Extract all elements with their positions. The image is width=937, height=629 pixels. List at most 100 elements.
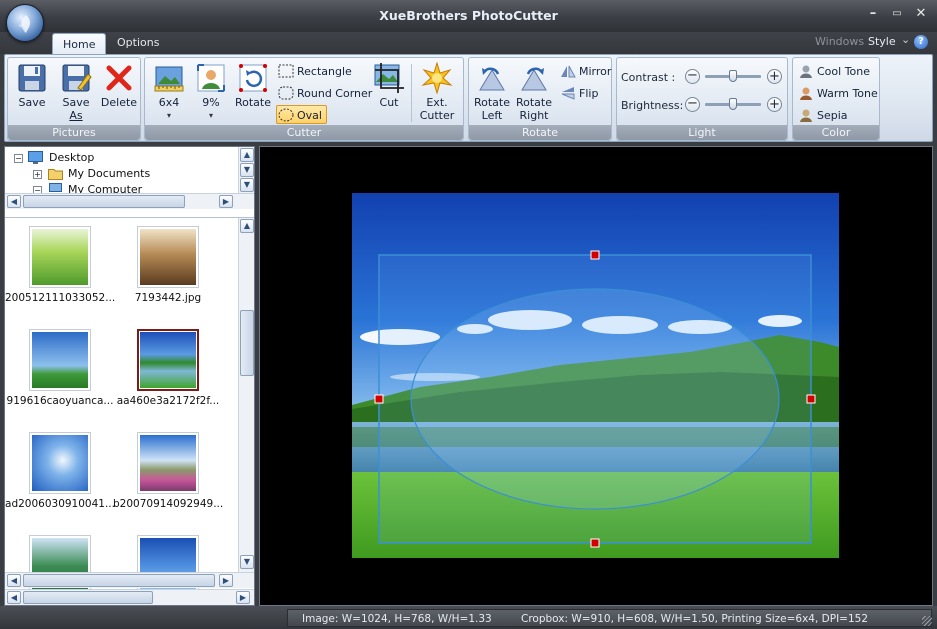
oval-shape-button[interactable]: Oval — [276, 105, 327, 124]
scroll-left-icon[interactable]: ◀ — [7, 591, 21, 604]
crop-handle-top[interactable] — [590, 250, 600, 260]
thumbnail-item[interactable]: b20070914092949... — [113, 432, 223, 510]
thumbnail-item[interactable]: 200512111033052... — [5, 226, 115, 304]
sepia-label: Sepia — [817, 109, 848, 122]
windows-style-option[interactable]: Windows — [815, 35, 864, 48]
zoom-chevron-icon: ▾ — [208, 111, 213, 120]
scroll-up-icon[interactable]: ▲ — [240, 148, 254, 162]
thumbnails-hscroll-thumb[interactable] — [23, 574, 215, 587]
scroll-down-icon[interactable]: ▼ — [240, 555, 254, 569]
thumbnail-item[interactable]: 919616caoyuanca... — [5, 329, 115, 407]
scroll-right-icon[interactable]: ▶ — [219, 195, 233, 208]
thumbnail-frame — [29, 432, 91, 494]
contrast-decrease-button[interactable]: − — [685, 69, 700, 84]
image-viewer[interactable] — [259, 146, 933, 606]
tree-horizontal-scrollbar[interactable]: ◀ ▶ — [5, 193, 254, 209]
scroll-up-icon[interactable]: ▲ — [240, 219, 254, 233]
tree-label-desktop: Desktop — [49, 151, 95, 164]
oval-crop-shape[interactable] — [410, 288, 780, 510]
style-chevron-icon[interactable]: ⌄ — [901, 33, 910, 46]
print-size-value: 6x4 — [158, 96, 180, 109]
person-sepia-icon — [798, 108, 814, 122]
save-as-button[interactable]: Save As — [56, 62, 96, 122]
brightness-slider[interactable] — [705, 98, 761, 110]
photo-canvas[interactable] — [260, 147, 934, 607]
scroll-down-icon[interactable]: ▼ — [240, 178, 254, 192]
rotate-right-icon — [518, 62, 550, 94]
brightness-decrease-button[interactable]: − — [685, 97, 700, 112]
panel-horizontal-scrollbar[interactable]: ◀ ▶ — [5, 589, 254, 605]
cool-tone-label: Cool Tone — [817, 65, 871, 78]
thumbnails-horizontal-scrollbar[interactable]: ◀ ▶ — [5, 572, 254, 588]
zoom-dropdown[interactable]: 9% ▾ — [193, 62, 229, 122]
help-icon[interactable]: ? — [914, 35, 928, 49]
mirror-button[interactable]: Mirror — [559, 62, 611, 81]
thumbnail-image — [32, 332, 88, 388]
sepia-button[interactable]: Sepia — [797, 106, 848, 125]
crop-handle-left[interactable] — [374, 394, 384, 404]
minimize-icon[interactable]: – — [865, 7, 881, 21]
scroll-down-icon[interactable]: ▼ — [240, 163, 254, 177]
tree-node-desktop[interactable]: − Desktop — [5, 150, 235, 166]
oval-label: Oval — [297, 109, 322, 122]
brightness-increase-button[interactable]: + — [767, 97, 782, 112]
app-menu-button[interactable] — [6, 4, 44, 42]
zoom-value: 9% — [202, 96, 220, 109]
maximize-icon[interactable]: ▭ — [889, 7, 905, 21]
rotate-left-label-line1: Rotate — [473, 96, 510, 109]
thumbnail-image — [32, 229, 88, 285]
tree-collapse-icon[interactable]: − — [14, 154, 23, 163]
brightness-label: Brightness: — [621, 99, 684, 112]
tree-hscroll-thumb[interactable] — [23, 195, 185, 208]
rotate-crop-button[interactable]: Rotate — [234, 62, 272, 109]
tree-node-my-documents[interactable]: + My Documents — [5, 166, 235, 182]
app-logo-icon — [18, 15, 30, 33]
scroll-right-icon[interactable]: ▶ — [236, 591, 250, 604]
thumbnails-vertical-scrollbar[interactable]: ▲ ▼ — [238, 218, 254, 572]
save-button[interactable]: Save — [14, 62, 50, 109]
thumbnail-item[interactable]: ad2006030910041... — [5, 432, 115, 510]
warm-tone-button[interactable]: Warm Tone — [797, 84, 878, 103]
crop-cut-icon — [373, 62, 405, 94]
close-icon[interactable]: ✕ — [913, 7, 929, 21]
tree-vertical-scrollbar[interactable]: ▲ ▼ ▼ — [238, 147, 254, 193]
ext-cutter-button[interactable]: Ext. Cutter — [417, 61, 457, 122]
rotate-crop-icon — [237, 62, 269, 94]
tab-home[interactable]: Home — [52, 33, 107, 55]
rotate-left-button[interactable]: Rotate Left — [473, 62, 511, 122]
delete-button[interactable]: Delete — [100, 62, 138, 109]
contrast-increase-button[interactable]: + — [767, 69, 782, 84]
scroll-left-icon[interactable]: ◀ — [7, 195, 21, 208]
rectangle-shape-button[interactable]: Rectangle — [277, 62, 352, 81]
crop-handle-right[interactable] — [806, 394, 816, 404]
style-menu[interactable]: Style — [868, 35, 896, 48]
crop-handle-bottom[interactable] — [590, 538, 600, 548]
contrast-slider-thumb[interactable] — [729, 70, 737, 82]
mirror-label: Mirror — [579, 65, 612, 78]
thumbnail-item-selected[interactable]: aa460e3a2172f2f... — [113, 329, 223, 407]
group-light-label: Light — [617, 125, 787, 140]
cool-tone-button[interactable]: Cool Tone — [797, 62, 870, 81]
tree-expand-icon[interactable]: + — [33, 170, 42, 179]
tab-options[interactable]: Options — [107, 32, 169, 54]
cut-button[interactable]: Cut — [371, 62, 407, 109]
thumbnails-vscroll-thumb[interactable] — [240, 310, 254, 376]
print-size-chevron-icon: ▾ — [166, 111, 171, 120]
flip-button[interactable]: Flip — [559, 84, 598, 103]
rotate-right-button[interactable]: Rotate Right — [515, 62, 553, 122]
panel-hscroll-thumb[interactable] — [23, 591, 153, 604]
resize-grip-icon[interactable] — [922, 616, 932, 626]
thumbnail-item[interactable]: 7193442.jpg — [113, 226, 223, 304]
group-color: Cool Tone Warm Tone Sepia Color — [792, 57, 880, 141]
round-corner-shape-button[interactable]: Round Corner — [277, 84, 372, 103]
brightness-slider-thumb[interactable] — [729, 98, 737, 110]
group-rotate-label: Rotate — [469, 125, 611, 140]
save-as-icon — [60, 62, 92, 94]
documents-folder-icon — [48, 167, 63, 180]
scroll-left-icon[interactable]: ◀ — [7, 574, 21, 587]
contrast-slider[interactable] — [705, 70, 761, 82]
print-size-dropdown[interactable]: 6x4 ▾ — [151, 62, 187, 122]
group-cutter-label: Cutter — [145, 125, 463, 140]
desktop-icon — [28, 151, 43, 164]
scroll-right-icon[interactable]: ▶ — [219, 574, 233, 587]
